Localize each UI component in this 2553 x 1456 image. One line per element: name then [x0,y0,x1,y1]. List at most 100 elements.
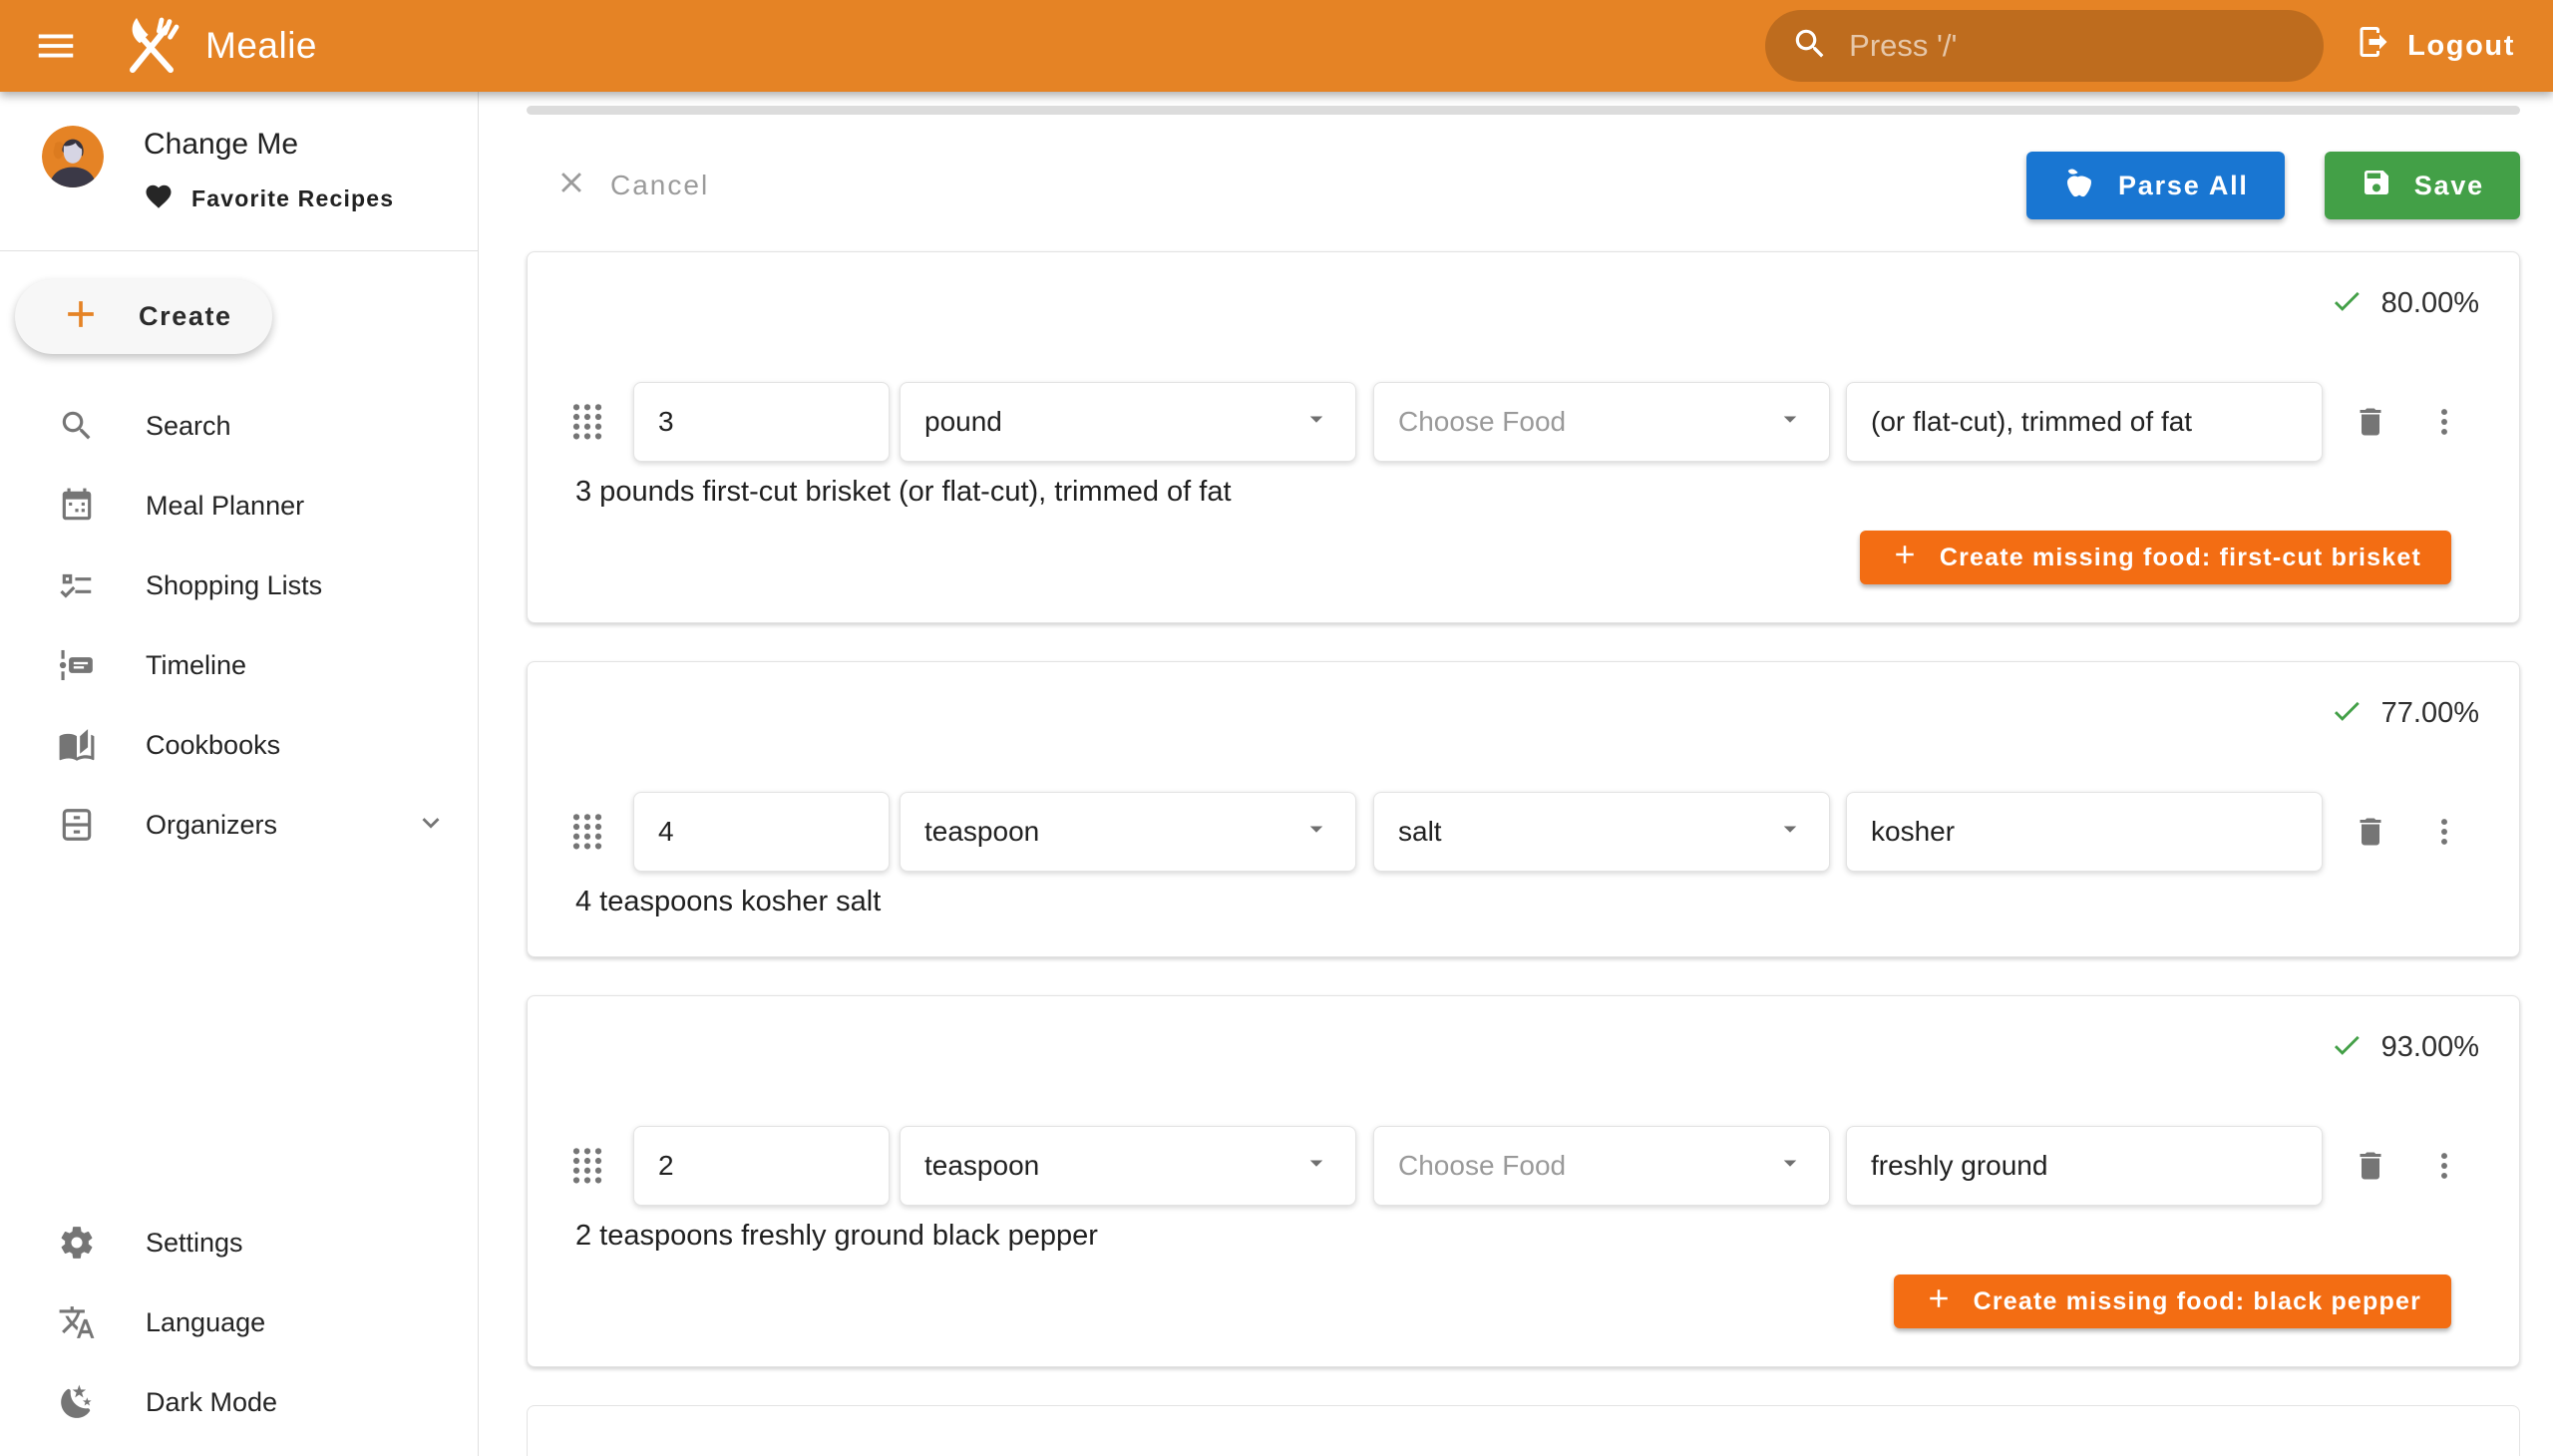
plus-icon [59,292,103,341]
sidebar-item-language[interactable]: Language [0,1282,478,1362]
unit-select-value: teaspoon [924,1150,1039,1182]
check-icon [2330,284,2364,323]
chevron-down-icon [414,806,448,845]
ingredient-card: 80.00% pound Choose Food [527,251,2520,623]
kebab-icon[interactable] [2420,1142,2468,1190]
sidebar-menu: Search Meal Planner Shopping Lists [0,386,478,865]
create-missing-food-button[interactable]: Create missing food: first-cut brisket [1860,531,2451,584]
ingredient-fields-row: pound Choose Food [567,382,2479,462]
confidence-value: 93.00% [2381,1031,2479,1064]
editor-toolbar: Cancel Parse All Save [527,152,2520,219]
drag-handle-icon[interactable] [567,802,607,862]
note-input[interactable] [1846,382,2323,462]
original-ingredient-text: 4 teaspoons kosher salt [575,886,2479,918]
amount-input[interactable] [633,1126,890,1206]
search-icon [1791,25,1829,68]
sidebar-item-organizers[interactable]: Organizers [0,785,478,865]
cancel-button[interactable]: Cancel [554,166,709,206]
delete-icon[interactable] [2347,1142,2394,1190]
menu-icon[interactable] [30,20,82,72]
sidebar-item-dark-mode[interactable]: Dark Mode [0,1362,478,1442]
food-select-value: salt [1398,816,1442,848]
caret-down-icon [1301,814,1331,851]
cancel-label: Cancel [610,170,709,201]
sidebar-item-label: Language [146,1307,448,1338]
app-title: Mealie [205,25,317,67]
note-input[interactable] [1846,792,2323,872]
sidebar-item-label: Timeline [146,650,448,681]
unit-select[interactable]: teaspoon [900,792,1356,872]
drag-handle-icon[interactable] [567,1136,607,1196]
sidebar-item-cookbooks[interactable]: Cookbooks [0,705,478,785]
ingredient-card: 93.00% teaspoon Choose Food [527,995,2520,1367]
food-select[interactable]: Choose Food [1373,1126,1830,1206]
create-button[interactable]: Create [15,279,272,354]
unit-select-value: teaspoon [924,816,1039,848]
sidebar-item-label: Shopping Lists [146,570,448,601]
drag-handle-icon[interactable] [567,392,607,452]
favorite-recipes-link[interactable]: Favorite Recipes [144,182,394,216]
sidebar-item-shopping-lists[interactable]: Shopping Lists [0,546,478,625]
avatar[interactable] [42,126,104,187]
caret-down-icon [1775,404,1805,441]
missing-food-row: Create missing food: first-cut brisket [567,531,2479,584]
kebab-icon[interactable] [2420,808,2468,856]
create-missing-food-label: Create missing food: black pepper [1974,1287,2421,1316]
app-logo-icon[interactable] [118,13,183,79]
plus-icon [1890,540,1920,576]
sidebar-item-label: Dark Mode [146,1387,448,1418]
caret-down-icon [1775,1148,1805,1185]
user-name: Change Me [144,128,394,162]
ingredient-card: 77.00% teaspoon salt [527,661,2520,957]
sidebar-item-label: Settings [146,1228,448,1259]
delete-icon[interactable] [2347,398,2394,446]
search-bar[interactable] [1765,10,2324,82]
sidebar-item-timeline[interactable]: Timeline [0,625,478,705]
food-select[interactable]: Choose Food [1373,382,1830,462]
parse-all-button[interactable]: Parse All [2026,152,2285,219]
unit-select-value: pound [924,406,1002,438]
caret-down-icon [1775,814,1805,851]
logout-label: Logout [2407,30,2515,63]
magnifier-icon [57,406,97,446]
save-icon [2361,167,2392,205]
amount-input[interactable] [633,792,890,872]
sidebar-item-meal-planner[interactable]: Meal Planner [0,466,478,546]
confidence-indicator: 80.00% [567,282,2479,324]
confidence-indicator: 77.00% [567,692,2479,734]
app-bar: Mealie Logout [0,0,2553,92]
amount-input[interactable] [633,382,890,462]
caret-down-icon [1301,404,1331,441]
delete-icon[interactable] [2347,808,2394,856]
logout-button[interactable]: Logout [2350,14,2521,78]
create-missing-food-button[interactable]: Create missing food: black pepper [1894,1274,2451,1328]
close-icon [554,166,588,206]
search-input[interactable] [1847,27,2316,65]
sidebar-item-search[interactable]: Search [0,386,478,466]
kebab-icon[interactable] [2420,398,2468,446]
gear-icon [57,1223,97,1263]
ingredient-card-list: 80.00% pound Choose Food [527,251,2520,1456]
save-button[interactable]: Save [2325,152,2520,219]
ingredient-fields-row: teaspoon salt [567,792,2479,872]
note-input[interactable] [1846,1126,2323,1206]
checklist-icon [57,565,97,605]
main-content: Cancel Parse All Save 80.00% [478,92,2553,1456]
unit-select[interactable]: teaspoon [900,1126,1356,1206]
ingredient-card-partial [527,1405,2520,1456]
sidebar-footer: Settings Language Dark Mode [0,1203,478,1456]
unit-select[interactable]: pound [900,382,1356,462]
sidebar-item-label: Meal Planner [146,491,448,522]
food-select[interactable]: salt [1373,792,1830,872]
create-label: Create [139,301,232,332]
confidence-value: 80.00% [2381,287,2479,320]
sidebar-item-settings[interactable]: Settings [0,1203,478,1282]
logout-icon [2356,24,2391,68]
parse-all-label: Parse All [2118,171,2249,201]
sidebar: Change Me Favorite Recipes Create S [0,92,479,1456]
sidebar-item-label: Cookbooks [146,730,448,761]
sidebar-item-label: Search [146,411,448,442]
check-icon [2330,694,2364,733]
timeline-icon [57,645,97,685]
original-ingredient-text: 3 pounds first-cut brisket (or flat-cut)… [575,476,2479,509]
